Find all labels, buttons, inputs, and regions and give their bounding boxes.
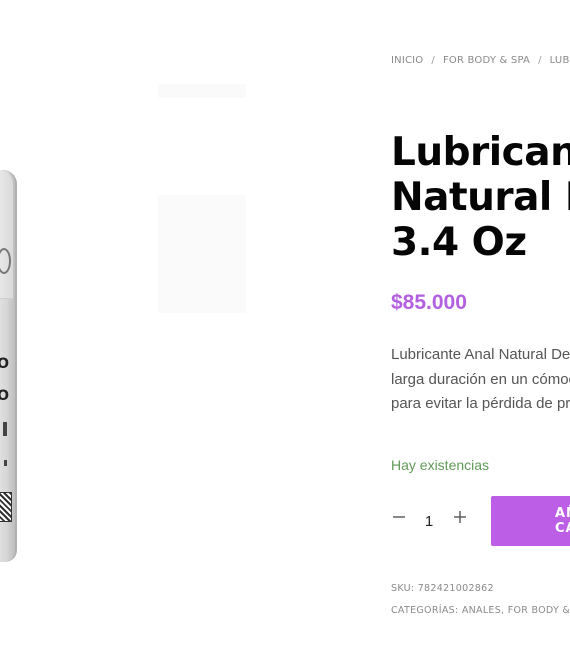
breadcrumb-link-home[interactable]: INICIO	[391, 55, 423, 66]
breadcrumb: INICIO / FOR BODY & SPA / LUBRICANTES	[391, 55, 570, 66]
product-gallery: O O	[0, 0, 360, 672]
bottle-label-mark	[3, 422, 7, 436]
product-price: $85.000	[391, 291, 467, 314]
description-line: larga duración en un cómodo envase	[391, 370, 570, 388]
quantity-increase-button[interactable]	[448, 504, 472, 530]
category-link-anales[interactable]: ANALES	[462, 605, 501, 616]
product-sku: SKU: 782421002862	[391, 583, 494, 594]
sku-label: SKU:	[391, 583, 415, 594]
categories-label: CATEGORÍAS:	[391, 605, 459, 616]
category-link-body-spa[interactable]: FOR BODY & SPA	[508, 605, 570, 616]
product-title-line: Lubricante Anal	[391, 130, 570, 175]
breadcrumb-current: LUBRICANTES	[549, 55, 570, 66]
breadcrumb-link-category[interactable]: FOR BODY & SPA	[443, 55, 530, 66]
description-line: Lubricante Anal Natural Deluxe de	[391, 346, 570, 363]
breadcrumb-separator: /	[431, 55, 435, 66]
bottle-label-text: O	[0, 388, 9, 404]
product-title-line: Natural Deluxe	[391, 175, 570, 220]
quantity-stepper	[391, 500, 475, 542]
add-to-cart-button[interactable]: AÑADIR AL CARRITO	[491, 496, 570, 546]
stock-status: Hay existencias	[391, 457, 490, 473]
product-short-description: Lubricante Anal Natural Deluxe de larga …	[391, 343, 570, 417]
quantity-input[interactable]	[416, 509, 442, 533]
product-title-line: 3.4 Oz	[391, 220, 527, 265]
bottle-label-mark	[4, 460, 7, 466]
product-title: Lubricante Anal Natural Deluxe 3.4 Oz	[391, 130, 570, 265]
product-categories: CATEGORÍAS: ANALES, FOR BODY & SPA	[391, 605, 570, 616]
product-image[interactable]: O O	[0, 170, 17, 562]
description-line: para evitar la pérdida de producto.	[391, 395, 570, 412]
gallery-placeholder	[158, 84, 246, 98]
sku-value: 782421002862	[417, 583, 494, 594]
bottle-label-text: O	[0, 356, 9, 372]
breadcrumb-separator: /	[538, 55, 542, 66]
bottle-cap-ring	[0, 248, 11, 274]
quantity-decrease-button[interactable]	[387, 504, 411, 530]
product-summary: INICIO / FOR BODY & SPA / LUBRICANTES Lubric…	[391, 0, 570, 672]
minus-icon	[393, 516, 405, 518]
gallery-placeholder	[158, 195, 246, 313]
bottle-logo	[0, 492, 12, 522]
product-page: O O INICIO / FOR BODY & SPA / LUBRICANTES Lu…	[0, 0, 570, 672]
plus-icon	[454, 511, 466, 523]
bottle-cap	[0, 170, 13, 299]
